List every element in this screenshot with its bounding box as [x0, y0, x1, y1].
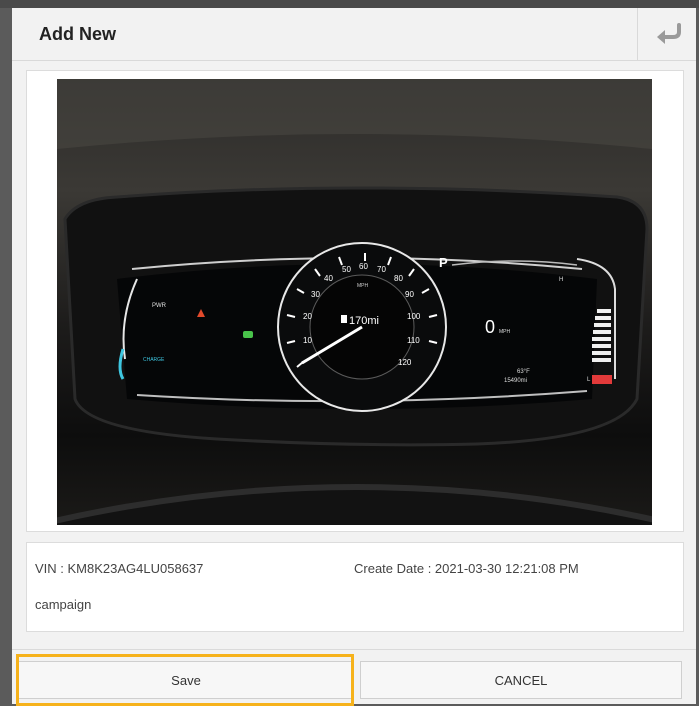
- vin-text: VIN : KM8K23AG4LU058637: [35, 561, 204, 576]
- speed-tick-120: 120: [398, 358, 412, 367]
- back-button[interactable]: [637, 8, 696, 60]
- speed-tick-30: 30: [311, 290, 320, 299]
- note-text: campaign: [35, 597, 92, 612]
- odometer: 15490mi: [504, 378, 527, 384]
- dashboard-photo[interactable]: PWR CHARGE 10 20 30 40 50 60 70 80 90 10…: [57, 79, 652, 525]
- speed-tick-20: 20: [303, 312, 312, 321]
- digital-speed: 0: [485, 317, 495, 337]
- cancel-button[interactable]: CANCEL: [360, 661, 682, 699]
- mph-label: MPH: [357, 283, 369, 289]
- speed-tick-60: 60: [359, 262, 368, 271]
- return-arrow-icon: [657, 23, 681, 44]
- speed-tick-10: 10: [303, 336, 312, 345]
- speed-tick-100: 100: [407, 312, 421, 321]
- dialog-title: Add New: [39, 24, 117, 44]
- save-button[interactable]: Save: [18, 661, 354, 699]
- battery-h-label: H: [559, 277, 563, 283]
- divider: [12, 649, 696, 650]
- background-app-strip: [0, 0, 699, 8]
- speed-tick-80: 80: [394, 274, 403, 283]
- charge-label: CHARGE: [143, 357, 165, 363]
- speed-tick-40: 40: [324, 274, 333, 283]
- create-date-text: Create Date : 2021-03-30 12:21:08 PM: [354, 561, 579, 576]
- speed-tick-70: 70: [377, 265, 386, 274]
- dashboard-cluster-graphic: PWR CHARGE 10 20 30 40 50 60 70 80 90 10…: [57, 79, 652, 525]
- digital-speed-unit: MPH: [499, 329, 511, 335]
- dialog-header: Add New: [12, 8, 696, 61]
- outside-temp: 63°F: [517, 369, 530, 375]
- range-readout: 170mi: [349, 315, 379, 327]
- gear-indicator: P: [439, 255, 448, 270]
- info-panel: VIN : KM8K23AG4LU058637 Create Date : 20…: [26, 542, 684, 632]
- speed-tick-110: 110: [407, 336, 420, 345]
- add-new-dialog: Add New PWR CHARGE 10 20 30 40 50 60 70 …: [12, 8, 696, 706]
- pwr-label: PWR: [152, 303, 167, 309]
- speed-tick-50: 50: [342, 265, 351, 274]
- photo-frame: PWR CHARGE 10 20 30 40 50 60 70 80 90 10…: [26, 70, 684, 532]
- speed-tick-90: 90: [405, 290, 414, 299]
